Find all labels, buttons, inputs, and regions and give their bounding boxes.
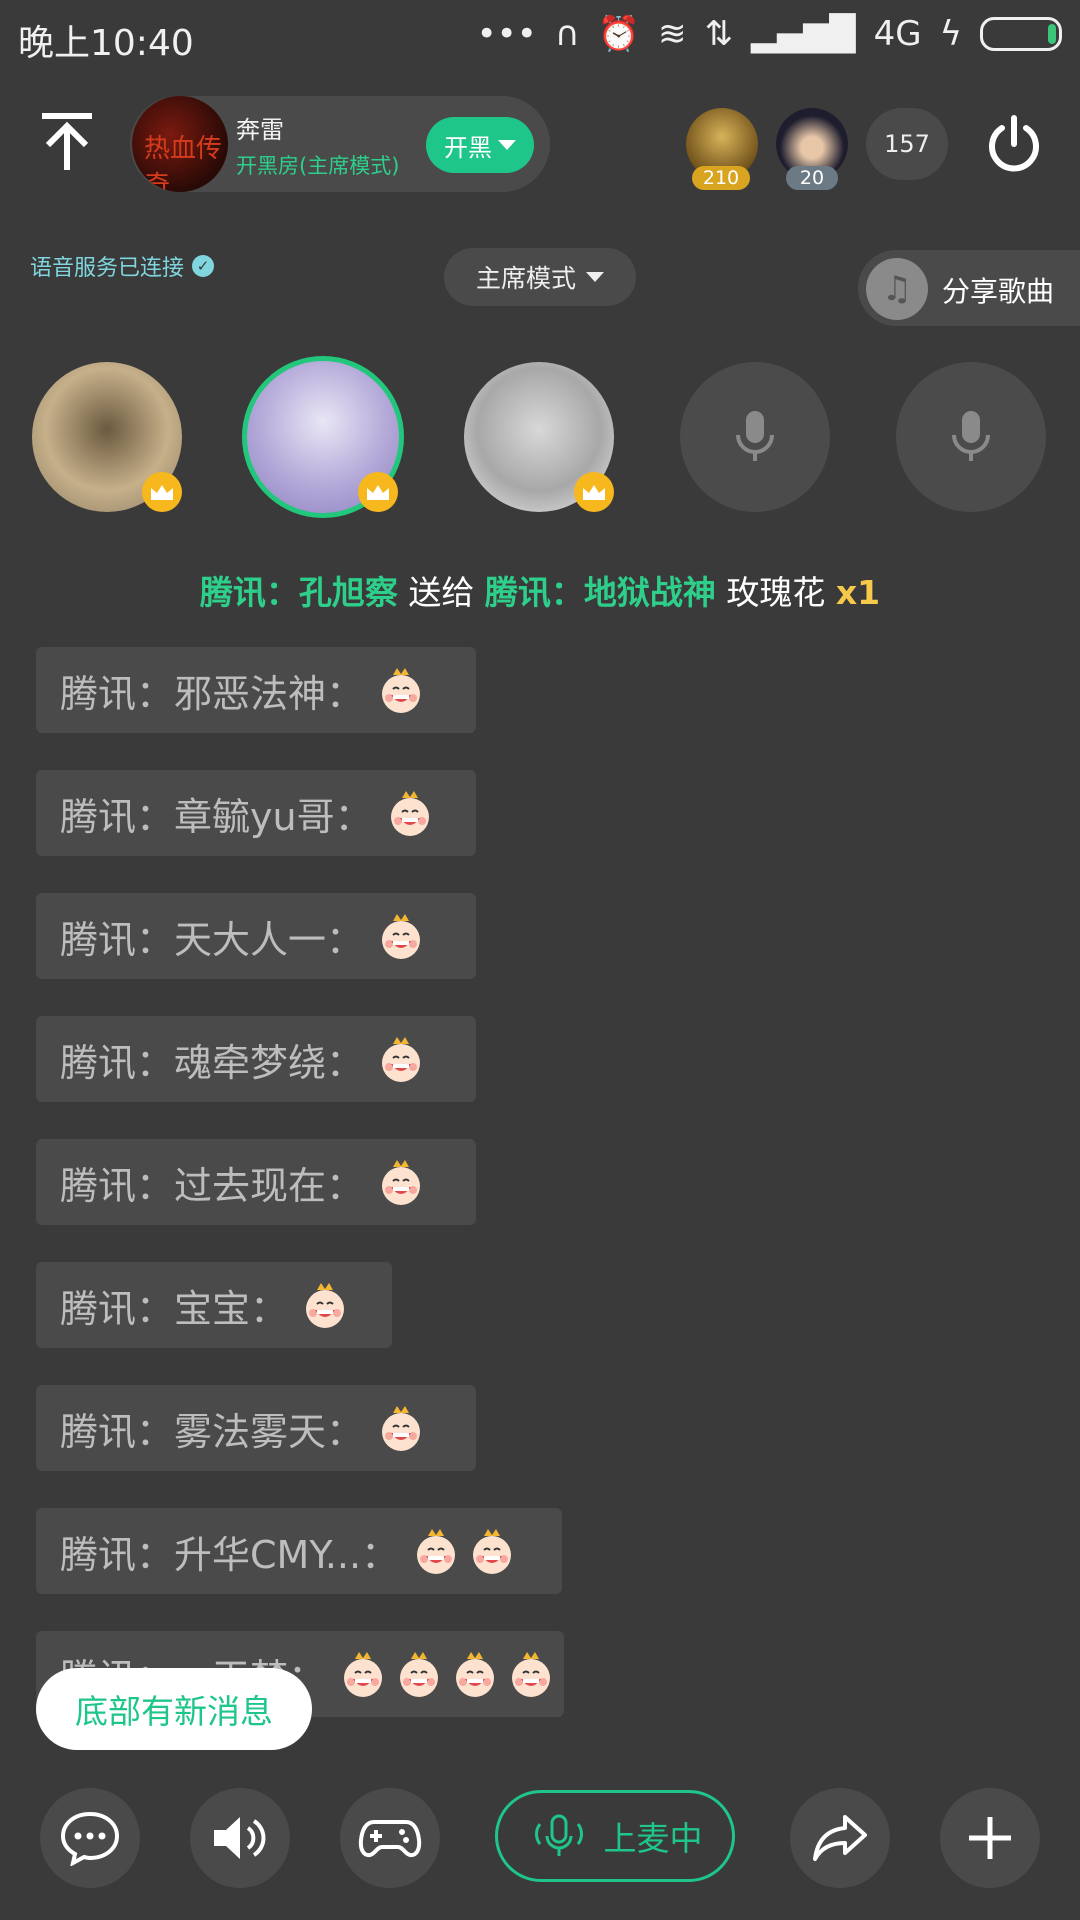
voice-status-label: 语音服务已连接 (30, 256, 185, 281)
emoji-icon (376, 911, 426, 961)
more-dots-icon: ••• (476, 14, 537, 54)
plus-icon (969, 1817, 1011, 1859)
seat-mode-selector[interactable]: 主席模式 (444, 248, 636, 306)
status-time: 晚上10:40 (18, 23, 194, 64)
emoji-icon (385, 788, 435, 838)
arrow-up-to-top-icon (42, 113, 92, 170)
gamepad-icon (358, 1820, 422, 1858)
chat-message: 腾讯：宝宝： (36, 1262, 392, 1348)
gift-announcement: 腾讯：孔旭察 送给 腾讯：地狱战神 玫瑰花 x1 (0, 566, 1080, 614)
emoji-icon (467, 1526, 517, 1576)
room-avatar-text: 热血传奇 (144, 134, 223, 192)
chat-message-text: 腾讯：雾法雾天： (60, 1409, 365, 1454)
game-button[interactable] (340, 1788, 440, 1888)
gift-sender: 腾讯：孔旭察 (199, 573, 398, 612)
chat-message-text: 腾讯：章毓yu哥： (60, 794, 373, 839)
room-mode-button[interactable]: 开黑 (426, 117, 534, 173)
network-type: 4G (873, 14, 922, 54)
chat-message-text: 腾讯：升华CMY...： (60, 1532, 400, 1577)
data-transfer-icon: ⇅ (704, 14, 733, 54)
share-arrow-icon (813, 1815, 867, 1861)
crown-icon (358, 472, 398, 512)
chevron-down-icon (498, 140, 516, 150)
chat-button[interactable] (40, 1788, 140, 1888)
gift-item: 玫瑰花 (726, 573, 826, 612)
gift-verb: 送给 (408, 573, 475, 612)
music-note-icon: ♫ (866, 258, 928, 320)
chat-message-text: 腾讯：邪恶法神： (60, 671, 365, 716)
emoji-icon (376, 1034, 426, 1084)
exit-room-button[interactable] (984, 114, 1044, 174)
gift-quantity: x1 (835, 573, 881, 612)
online-count-button[interactable]: 157 (866, 108, 948, 180)
chat-message: 腾讯：魂牵梦绕： (36, 1016, 476, 1102)
battery-icon (980, 17, 1062, 51)
status-bar: 晚上10:40 ••• ∩ ⏰ ≋ ⇅ ▂▄▆█ 4G ϟ (0, 0, 1080, 76)
chat-message-text: 腾讯：宝宝： (60, 1286, 289, 1331)
microphone-icon (736, 411, 774, 461)
emoji-icon (300, 1280, 350, 1330)
room-name: 奔雷 (236, 116, 284, 144)
chat-message: 腾讯：升华CMY...： (36, 1508, 562, 1594)
chat-message: 腾讯：过去现在： (36, 1139, 476, 1225)
chat-message: 腾讯：章毓yu哥： (36, 770, 476, 856)
voice-status: 语音服务已连接 ✓ (30, 250, 215, 282)
charging-icon: ϟ (939, 14, 962, 54)
chat-message-text: 腾讯：天大人一： (60, 917, 365, 962)
chat-message: 腾讯：邪恶法神： (36, 647, 476, 733)
power-icon (989, 115, 1039, 172)
check-circle-icon: ✓ (192, 255, 215, 277)
chat-message-text: 腾讯：过去现在： (60, 1163, 365, 1208)
emoji-icon (450, 1649, 500, 1699)
room-avatar[interactable]: 热血传奇 (132, 96, 228, 192)
microphone-active-icon (534, 1814, 583, 1856)
chevron-down-icon (586, 272, 604, 282)
chat-bubble-icon (60, 1811, 120, 1866)
top-user-badge: 210 (692, 166, 750, 190)
more-button[interactable] (940, 1788, 1040, 1888)
signal-icon: ▂▄▆█ (750, 14, 856, 54)
seat-mode-label: 主席模式 (475, 264, 576, 293)
emoji-icon (376, 1403, 426, 1453)
emoji-icon (338, 1649, 388, 1699)
wifi-icon: ≋ (657, 14, 687, 54)
crown-icon (574, 472, 614, 512)
new-message-toast[interactable]: 底部有新消息 (36, 1668, 312, 1750)
share-button[interactable] (790, 1788, 890, 1888)
status-icons: ••• ∩ ⏰ ≋ ⇅ ▂▄▆█ 4G ϟ (477, 14, 1062, 54)
speaker-icon (214, 1817, 266, 1859)
minimize-button[interactable] (40, 112, 94, 172)
chat-message: 腾讯：天大人一： (36, 893, 476, 979)
emoji-icon (394, 1649, 444, 1699)
room-mode-label: 开黑 (444, 133, 492, 162)
headset-icon: ∩ (554, 14, 580, 54)
top-user-badge: 20 (786, 166, 838, 190)
alarm-icon: ⏰ (597, 14, 640, 54)
microphone-icon (952, 411, 990, 461)
empty-mic-seat[interactable] (896, 362, 1046, 512)
room-subtitle: 开黑房(主席模式) (236, 154, 400, 178)
chat-message: 腾讯：雾法雾天： (36, 1385, 476, 1471)
share-song-label: 分享歌曲 (942, 275, 1055, 308)
chat-message-text: 腾讯：魂牵梦绕： (60, 1040, 365, 1085)
emoji-icon (411, 1526, 461, 1576)
gift-receiver: 腾讯：地狱战神 (484, 573, 716, 612)
emoji-icon (506, 1649, 556, 1699)
speaker-button[interactable] (190, 1788, 290, 1888)
mic-status-button[interactable]: 上麦中 (495, 1790, 735, 1882)
mic-status-label: 上麦中 (603, 1819, 703, 1858)
empty-mic-seat[interactable] (680, 362, 830, 512)
emoji-icon (376, 665, 426, 715)
crown-icon (142, 472, 182, 512)
emoji-icon (376, 1157, 426, 1207)
